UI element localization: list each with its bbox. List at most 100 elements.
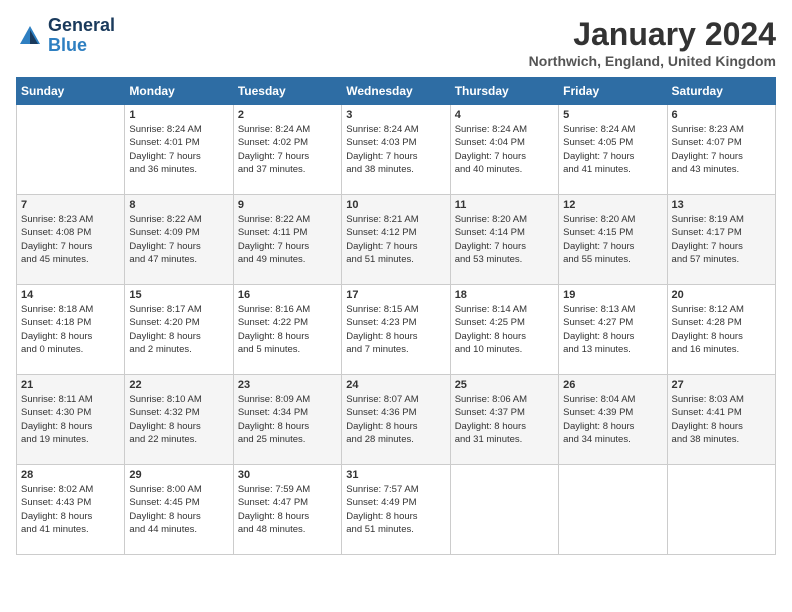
day-info: Sunrise: 8:18 AM Sunset: 4:18 PM Dayligh…	[21, 303, 120, 356]
calendar-week-4: 21Sunrise: 8:11 AM Sunset: 4:30 PM Dayli…	[17, 375, 776, 465]
calendar-cell: 15 Sunrise: 8:17 AM Sunset: 4:20 PM Dayli…	[125, 285, 233, 375]
day-info: Sunrise: 8:09 AM Sunset: 4:34 PM Dayligh…	[238, 393, 337, 446]
day-number: 12	[563, 199, 662, 211]
calendar-cell: 29 Sunrise: 8:00 AM Sunset: 4:45 PM Dayli…	[125, 465, 233, 555]
day-info: Sunrise: 8:24 AM Sunset: 4:01 PM Dayligh…	[129, 123, 228, 176]
day-number: 13	[672, 199, 771, 211]
day-number: 11	[455, 199, 554, 211]
day-number: 25	[455, 379, 554, 391]
logo-icon	[16, 22, 44, 50]
day-number: 8	[129, 199, 228, 211]
day-number: 10	[346, 199, 445, 211]
day-number: 1	[129, 109, 228, 121]
day-info: Sunrise: 8:24 AM Sunset: 4:02 PM Dayligh…	[238, 123, 337, 176]
day-info: Sunrise: 8:19 AM Sunset: 4:17 PM Dayligh…	[672, 213, 771, 266]
calendar-cell: 23 Sunrise: 8:09 AM Sunset: 4:34 PM Dayli…	[233, 375, 341, 465]
day-info: Sunrise: 8:21 AM Sunset: 4:12 PM Dayligh…	[346, 213, 445, 266]
day-info: Sunrise: 8:16 AM Sunset: 4:22 PM Dayligh…	[238, 303, 337, 356]
day-number: 9	[238, 199, 337, 211]
weekday-header-monday: Monday	[125, 78, 233, 105]
day-info: Sunrise: 8:22 AM Sunset: 4:11 PM Dayligh…	[238, 213, 337, 266]
day-info: Sunrise: 8:03 AM Sunset: 4:41 PM Dayligh…	[672, 393, 771, 446]
calendar-cell: 28 Sunrise: 8:02 AM Sunset: 4:43 PM Dayli…	[17, 465, 125, 555]
calendar-cell: 25 Sunrise: 8:06 AM Sunset: 4:37 PM Dayli…	[450, 375, 558, 465]
day-number: 23	[238, 379, 337, 391]
calendar-body: 1 Sunrise: 8:24 AM Sunset: 4:01 PM Daylig…	[17, 105, 776, 555]
calendar-cell: 9 Sunrise: 8:22 AM Sunset: 4:11 PM Daylig…	[233, 195, 341, 285]
calendar-cell: 27 Sunrise: 8:03 AM Sunset: 4:41 PM Dayli…	[667, 375, 775, 465]
calendar-week-2: 7 Sunrise: 8:23 AM Sunset: 4:08 PM Daylig…	[17, 195, 776, 285]
location: Northwich, England, United Kingdom	[529, 53, 776, 69]
calendar-cell: 26 Sunrise: 8:04 AM Sunset: 4:39 PM Dayli…	[559, 375, 667, 465]
weekday-header-wednesday: Wednesday	[342, 78, 450, 105]
day-info: Sunrise: 8:24 AM Sunset: 4:03 PM Dayligh…	[346, 123, 445, 176]
day-info: Sunrise: 8:11 AM Sunset: 4:30 PM Dayligh…	[21, 393, 120, 446]
day-info: Sunrise: 8:02 AM Sunset: 4:43 PM Dayligh…	[21, 483, 120, 536]
page-header: General Blue January 2024 Northwich, Eng…	[16, 16, 776, 69]
day-info: Sunrise: 8:20 AM Sunset: 4:15 PM Dayligh…	[563, 213, 662, 266]
day-number: 28	[21, 469, 120, 481]
logo-text: General Blue	[48, 16, 115, 56]
day-info: Sunrise: 8:00 AM Sunset: 4:45 PM Dayligh…	[129, 483, 228, 536]
title-section: January 2024 Northwich, England, United …	[529, 16, 776, 69]
day-number: 29	[129, 469, 228, 481]
calendar-cell: 4 Sunrise: 8:24 AM Sunset: 4:04 PM Daylig…	[450, 105, 558, 195]
calendar-cell: 22 Sunrise: 8:10 AM Sunset: 4:32 PM Dayli…	[125, 375, 233, 465]
day-info: Sunrise: 8:17 AM Sunset: 4:20 PM Dayligh…	[129, 303, 228, 356]
calendar-cell	[450, 465, 558, 555]
calendar-cell	[559, 465, 667, 555]
calendar-cell	[17, 105, 125, 195]
calendar-cell	[667, 465, 775, 555]
day-info: Sunrise: 8:10 AM Sunset: 4:32 PM Dayligh…	[129, 393, 228, 446]
day-info: Sunrise: 8:22 AM Sunset: 4:09 PM Dayligh…	[129, 213, 228, 266]
day-info: Sunrise: 8:06 AM Sunset: 4:37 PM Dayligh…	[455, 393, 554, 446]
day-number: 4	[455, 109, 554, 121]
calendar-week-3: 14Sunrise: 8:18 AM Sunset: 4:18 PM Dayli…	[17, 285, 776, 375]
day-info: Sunrise: 7:57 AM Sunset: 4:49 PM Dayligh…	[346, 483, 445, 536]
logo: General Blue	[16, 16, 115, 56]
calendar-cell: 7 Sunrise: 8:23 AM Sunset: 4:08 PM Daylig…	[17, 195, 125, 285]
day-info: Sunrise: 8:23 AM Sunset: 4:07 PM Dayligh…	[672, 123, 771, 176]
calendar-cell: 10 Sunrise: 8:21 AM Sunset: 4:12 PM Dayli…	[342, 195, 450, 285]
day-number: 16	[238, 289, 337, 301]
day-info: Sunrise: 7:59 AM Sunset: 4:47 PM Dayligh…	[238, 483, 337, 536]
day-number: 27	[672, 379, 771, 391]
weekday-header-row: SundayMondayTuesdayWednesdayThursdayFrid…	[17, 78, 776, 105]
calendar-week-5: 28 Sunrise: 8:02 AM Sunset: 4:43 PM Dayli…	[17, 465, 776, 555]
day-number: 7	[21, 199, 120, 211]
day-number: 15	[129, 289, 228, 301]
calendar-cell: 20Sunrise: 8:12 AM Sunset: 4:28 PM Dayli…	[667, 285, 775, 375]
month-year: January 2024	[529, 16, 776, 53]
day-number: 5	[563, 109, 662, 121]
calendar-cell: 18 Sunrise: 8:14 AM Sunset: 4:25 PM Dayli…	[450, 285, 558, 375]
day-number: 30	[238, 469, 337, 481]
day-info: Sunrise: 8:12 AM Sunset: 4:28 PM Dayligh…	[672, 303, 771, 356]
day-info: Sunrise: 8:07 AM Sunset: 4:36 PM Dayligh…	[346, 393, 445, 446]
day-number: 26	[563, 379, 662, 391]
day-info: Sunrise: 8:24 AM Sunset: 4:04 PM Dayligh…	[455, 123, 554, 176]
calendar-cell: 19Sunrise: 8:13 AM Sunset: 4:27 PM Dayli…	[559, 285, 667, 375]
calendar-cell: 31Sunrise: 7:57 AM Sunset: 4:49 PM Dayli…	[342, 465, 450, 555]
weekday-header-sunday: Sunday	[17, 78, 125, 105]
calendar-table: SundayMondayTuesdayWednesdayThursdayFrid…	[16, 77, 776, 555]
calendar-week-1: 1 Sunrise: 8:24 AM Sunset: 4:01 PM Daylig…	[17, 105, 776, 195]
day-info: Sunrise: 8:20 AM Sunset: 4:14 PM Dayligh…	[455, 213, 554, 266]
calendar-cell: 5 Sunrise: 8:24 AM Sunset: 4:05 PM Daylig…	[559, 105, 667, 195]
calendar-cell: 21Sunrise: 8:11 AM Sunset: 4:30 PM Dayli…	[17, 375, 125, 465]
day-number: 24	[346, 379, 445, 391]
calendar-cell: 12 Sunrise: 8:20 AM Sunset: 4:15 PM Dayli…	[559, 195, 667, 285]
day-info: Sunrise: 8:23 AM Sunset: 4:08 PM Dayligh…	[21, 213, 120, 266]
calendar-cell: 30 Sunrise: 7:59 AM Sunset: 4:47 PM Dayli…	[233, 465, 341, 555]
day-number: 18	[455, 289, 554, 301]
calendar-cell: 2Sunrise: 8:24 AM Sunset: 4:02 PM Daylig…	[233, 105, 341, 195]
day-number: 22	[129, 379, 228, 391]
calendar-cell: 16 Sunrise: 8:16 AM Sunset: 4:22 PM Dayli…	[233, 285, 341, 375]
day-number: 17	[346, 289, 445, 301]
day-info: Sunrise: 8:14 AM Sunset: 4:25 PM Dayligh…	[455, 303, 554, 356]
day-info: Sunrise: 8:15 AM Sunset: 4:23 PM Dayligh…	[346, 303, 445, 356]
calendar-cell: 17 Sunrise: 8:15 AM Sunset: 4:23 PM Dayli…	[342, 285, 450, 375]
day-info: Sunrise: 8:24 AM Sunset: 4:05 PM Dayligh…	[563, 123, 662, 176]
day-info: Sunrise: 8:13 AM Sunset: 4:27 PM Dayligh…	[563, 303, 662, 356]
day-info: Sunrise: 8:04 AM Sunset: 4:39 PM Dayligh…	[563, 393, 662, 446]
calendar-cell: 8 Sunrise: 8:22 AM Sunset: 4:09 PM Daylig…	[125, 195, 233, 285]
